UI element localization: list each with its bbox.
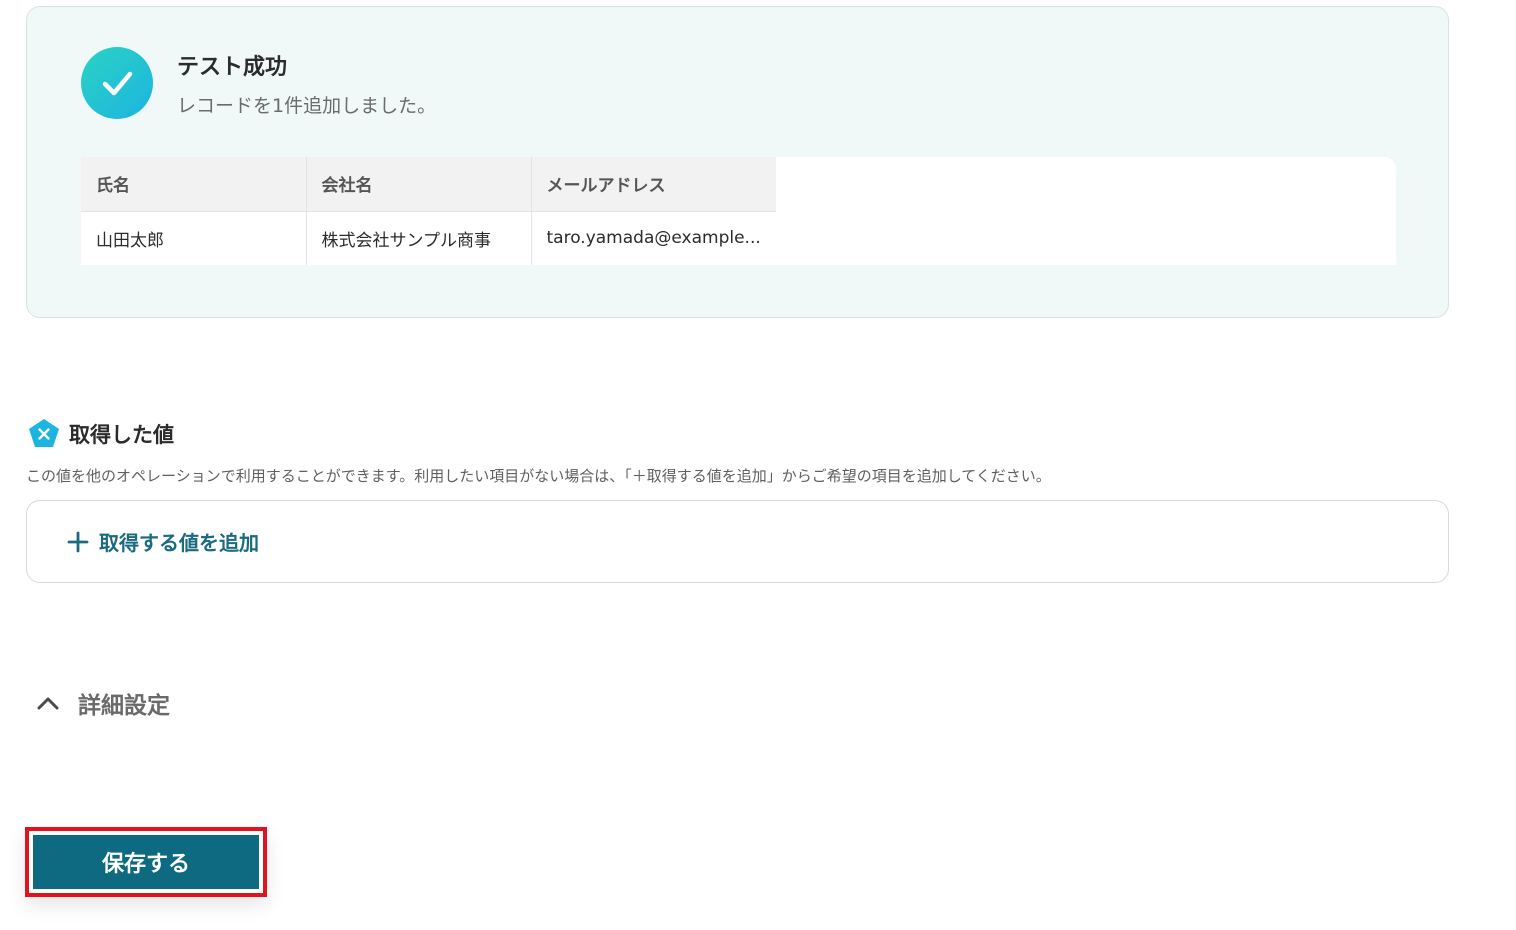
column-header-email: メールアドレス <box>531 157 776 212</box>
add-value-button[interactable]: 取得する値を追加 <box>67 527 259 556</box>
test-result-card: テスト成功 レコードを1件追加しました。 氏名 会社名 メールアドレス 山田太郎… <box>26 6 1449 318</box>
success-check-icon <box>81 47 153 119</box>
success-title: テスト成功 <box>177 55 288 80</box>
plus-icon <box>67 531 89 553</box>
page: テスト成功 レコードを1件追加しました。 氏名 会社名 メールアドレス 山田太郎… <box>0 0 1516 930</box>
acquired-values-description: この値を他のオペレーションで利用することができます。利用したい項目がない場合は、… <box>26 467 1051 485</box>
table-header-row: 氏名 会社名 メールアドレス <box>81 157 776 212</box>
add-value-label: 取得する値を追加 <box>99 531 259 555</box>
cell-name: 山田太郎 <box>81 211 307 265</box>
cell-email: taro.yamada@example... <box>531 211 776 265</box>
advanced-settings-toggle[interactable]: 詳細設定 <box>36 686 170 720</box>
chevron-up-icon <box>36 695 60 711</box>
add-value-container: 取得する値を追加 <box>26 500 1449 583</box>
save-button[interactable]: 保存する <box>33 835 259 889</box>
cell-company: 株式会社サンプル商事 <box>306 211 532 265</box>
result-table-container: 氏名 会社名 メールアドレス 山田太郎 株式会社サンプル商事 taro.yama… <box>81 157 1396 265</box>
acquired-values-title: 取得した値 <box>69 423 174 447</box>
success-subtitle: レコードを1件追加しました。 <box>177 95 437 117</box>
advanced-settings-label: 詳細設定 <box>78 693 170 719</box>
variable-pentagon-icon <box>28 418 60 448</box>
column-header-company: 会社名 <box>306 157 532 212</box>
table-row: 山田太郎 株式会社サンプル商事 taro.yamada@example... <box>81 211 776 265</box>
result-table: 氏名 会社名 メールアドレス 山田太郎 株式会社サンプル商事 taro.yama… <box>81 157 776 265</box>
save-button-highlight: 保存する <box>25 827 267 897</box>
column-header-name: 氏名 <box>81 157 307 212</box>
